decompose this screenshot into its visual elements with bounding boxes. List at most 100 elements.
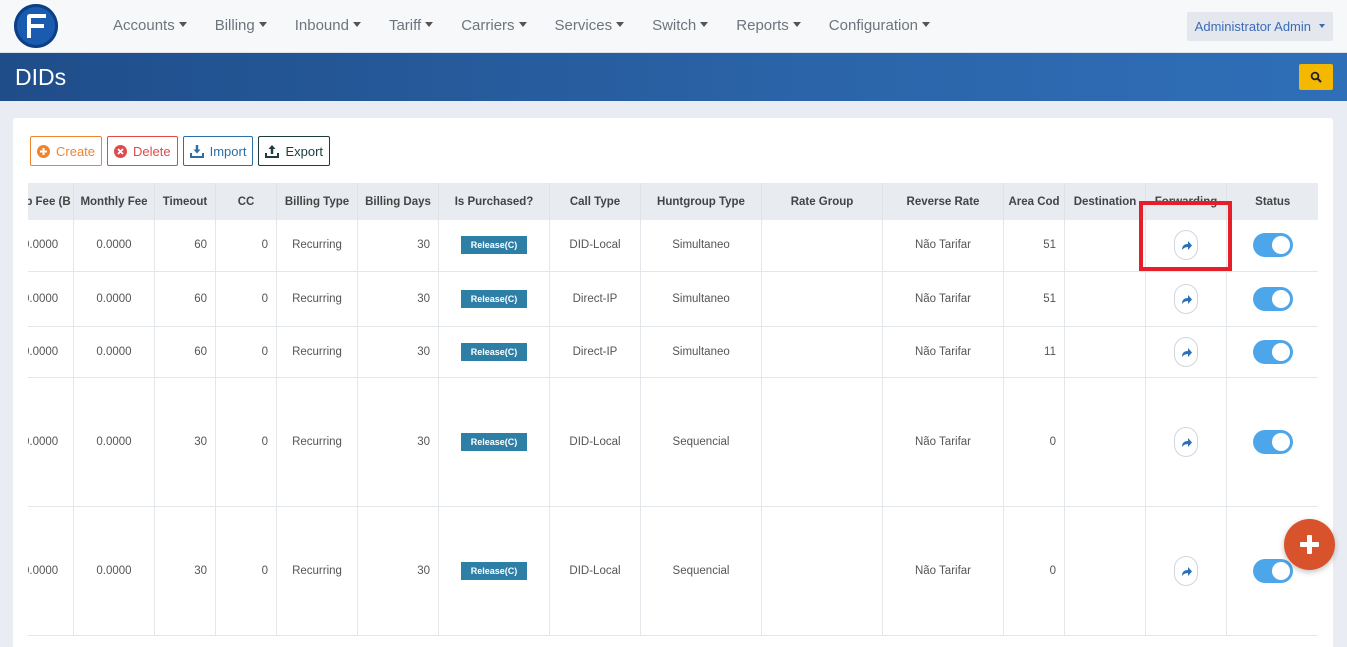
column-header[interactable]: CC [215,183,277,220]
nav-item-label: Inbound [294,17,349,34]
nav-item-accounts[interactable]: Accounts [113,17,187,34]
chevron-down-icon [700,21,709,27]
release-badge[interactable]: Release(C) [460,289,528,308]
nav-item-services[interactable]: Services [555,17,625,34]
cell-billing-days: 30 [357,220,439,272]
column-header[interactable]: Area Cod [1003,183,1065,220]
chevron-down-icon [518,21,527,27]
cell-monthly-fee: 0.0000 [73,506,155,636]
status-toggle[interactable] [1252,286,1293,311]
main-menu: Accounts Billing Inbound Tariff Carriers Serv… [113,17,958,34]
table-row: 0.00000.0000600Recurring30Release(C)Dire… [28,326,1318,378]
column-header[interactable]: Rate Group [761,183,883,220]
cell-call-type: Direct-IP [549,326,641,378]
nav-item-reports[interactable]: Reports [736,17,801,34]
cell-timeout: 30 [154,377,216,507]
cell-rate-group [761,326,883,378]
status-toggle[interactable] [1252,339,1293,364]
cell-huntgroup: Sequencial [640,377,762,507]
cell-area-code: 51 [1003,220,1065,272]
status-toggle[interactable] [1252,558,1293,583]
top-navbar: Accounts Billing Inbound Tariff Carriers Serv… [0,0,1347,53]
release-badge[interactable]: Release(C) [460,432,528,451]
cell-billing-type: Recurring [276,377,358,507]
release-badge[interactable]: Release(C) [460,236,528,255]
column-header[interactable]: Is Purchased? [438,183,550,220]
search-button[interactable] [1299,64,1333,90]
cell-cc: 0 [215,220,277,272]
cell-rate-group [761,377,883,507]
nav-item-label: Tariff [388,17,422,34]
cell-billing-days: 30 [357,326,439,378]
action-toolbar: Create Delete Import Export [30,136,331,166]
cell-status [1226,326,1318,378]
chevron-down-icon [616,21,625,27]
table-row: 0.00000.0000600Recurring30Release(C)Dire… [28,271,1318,327]
add-floating-button[interactable] [1284,519,1335,570]
column-header[interactable]: Timeout [154,183,216,220]
cell-purchased: Release(C) [438,271,550,327]
column-header[interactable]: Monthly Fee [73,183,155,220]
delete-button[interactable]: Delete [107,136,178,166]
status-toggle[interactable] [1252,233,1293,258]
cell-rate-group [761,271,883,327]
cell-destination [1064,506,1146,636]
release-badge[interactable]: Release(C) [460,561,528,580]
cell-reverse-rate: Não Tarifar [882,326,1004,378]
cell-forwarding [1145,326,1227,378]
cell-reverse-rate: Não Tarifar [882,271,1004,327]
cell-purchased: Release(C) [438,326,550,378]
forward-button[interactable] [1174,426,1198,457]
cell-reverse-rate: Não Tarifar [882,506,1004,636]
cell-cc: 0 [215,326,277,378]
create-label: Create [56,143,96,159]
nav-item-billing[interactable]: Billing [215,17,267,34]
cell-huntgroup: Simultaneo [640,220,762,272]
column-header[interactable]: Billing Type [276,183,358,220]
column-header[interactable]: Billing Days [357,183,439,220]
column-header[interactable]: Call Type [549,183,641,220]
forward-button[interactable] [1174,336,1198,367]
cell-huntgroup: Simultaneo [640,271,762,327]
forward-button[interactable] [1174,555,1198,586]
create-button[interactable]: Create [30,136,103,166]
table-header-row: p Fee (B Monthly Fee Timeout CC Billing Type… [28,183,1318,220]
user-menu-button[interactable]: Administrator Admin [1186,12,1333,41]
status-toggle[interactable] [1252,429,1293,454]
column-header[interactable]: Status [1226,183,1318,220]
nav-item-tariff[interactable]: Tariff [388,17,434,34]
cell-forwarding [1145,506,1227,636]
nav-item-switch[interactable]: Switch [652,17,709,34]
column-header[interactable]: Reverse Rate [882,183,1004,220]
column-header[interactable]: Huntgroup Type [640,183,762,220]
forward-button[interactable] [1174,230,1198,261]
column-header[interactable]: p Fee (B [28,183,74,220]
cell-monthly-fee: 0.0000 [73,377,155,507]
cell-forwarding [1145,377,1227,507]
release-badge[interactable]: Release(C) [460,342,528,361]
nav-item-inbound[interactable]: Inbound [295,17,361,34]
cell-timeout: 60 [154,326,216,378]
nav-item-configuration[interactable]: Configuration [829,17,931,34]
cell-rate-group [761,506,883,636]
import-button[interactable]: Import [182,136,254,166]
forward-button[interactable] [1174,283,1198,314]
app-logo[interactable] [14,4,58,48]
cell-destination [1064,326,1146,378]
share-arrow-icon [1182,566,1192,576]
page-header: DIDs [0,53,1347,101]
export-button[interactable]: Export [258,136,331,166]
nav-item-label: Switch [652,17,697,34]
dids-table: p Fee (B Monthly Fee Timeout CC Billing Type… [28,183,1318,636]
cell-area-code: 0 [1003,377,1065,507]
cell-timeout: 30 [154,506,216,636]
column-header[interactable]: Forwarding [1145,183,1227,220]
column-header[interactable]: Destination [1064,183,1146,220]
cell-setup-fee: 0.0000 [28,326,74,378]
cell-call-type: DID-Local [549,220,641,272]
cell-destination [1064,271,1146,327]
cell-cc: 0 [215,506,277,636]
nav-item-carriers[interactable]: Carriers [461,17,527,34]
share-arrow-icon [1182,294,1192,304]
cell-monthly-fee: 0.0000 [73,326,155,378]
